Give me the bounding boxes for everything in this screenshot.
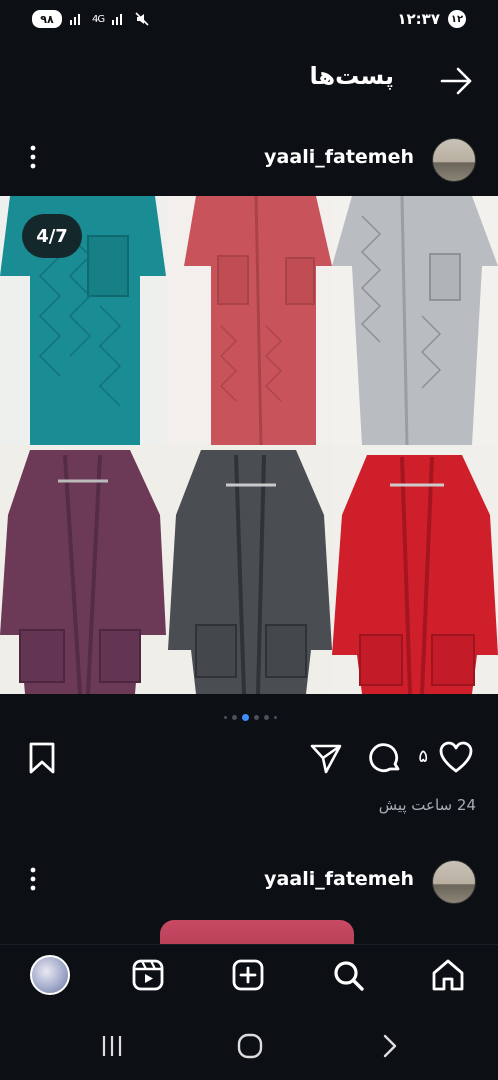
mute-icon <box>135 12 149 26</box>
plus-square-icon[interactable] <box>230 957 266 993</box>
bookmark-icon[interactable] <box>24 740 60 776</box>
arrow-right-icon[interactable] <box>438 64 476 98</box>
status-right: ۱۲:۳۷ ۱۲ <box>397 10 466 28</box>
heart-icon[interactable] <box>438 740 474 776</box>
more-vertical-icon[interactable] <box>24 142 42 172</box>
reels-icon[interactable] <box>130 957 166 993</box>
system-navigation <box>0 1006 498 1080</box>
post-image[interactable]: 4/7 <box>0 196 498 694</box>
page-header: پست‌ها <box>0 52 498 112</box>
page-title: پست‌ها <box>309 62 395 90</box>
post-timestamp: 24 ساعت پیش <box>378 796 476 814</box>
next-post-image <box>160 920 354 944</box>
robe-charcoal <box>166 445 332 694</box>
search-icon[interactable] <box>330 957 366 993</box>
avatar[interactable] <box>432 860 476 904</box>
signal-icon <box>70 14 80 25</box>
robe-coral <box>166 196 332 445</box>
carousel-dot <box>273 715 277 719</box>
home-button-icon[interactable] <box>236 1032 264 1060</box>
back-chevron-icon[interactable] <box>376 1032 404 1060</box>
network-type: 4G <box>92 13 105 25</box>
like-count[interactable]: ۵ <box>418 746 428 767</box>
send-icon[interactable] <box>308 740 344 776</box>
robe-red <box>332 445 498 694</box>
recent-apps-icon[interactable] <box>98 1032 126 1060</box>
post-actions: ۵ <box>0 736 498 782</box>
carousel-indicator <box>200 713 300 721</box>
robe-grey <box>332 196 498 445</box>
post-username[interactable]: yaali_fatemeh <box>264 868 414 890</box>
signal-icon-2 <box>112 14 123 25</box>
more-vertical-icon[interactable] <box>24 864 42 894</box>
carousel-dot <box>263 714 269 720</box>
bottom-navigation <box>0 944 498 1006</box>
next-post-image-peek[interactable] <box>0 920 498 944</box>
battery-indicator: ۹۸ <box>32 10 62 28</box>
profile-avatar[interactable] <box>30 955 70 995</box>
carousel-dot <box>253 714 259 720</box>
post-username[interactable]: yaali_fatemeh <box>264 146 414 168</box>
comment-icon[interactable] <box>368 740 404 776</box>
carousel-dot <box>223 715 227 719</box>
robe-plum <box>0 445 166 694</box>
notification-badge: ۱۲ <box>448 10 466 28</box>
post-header: yaali_fatemeh <box>0 134 498 184</box>
carousel-dot-active <box>241 713 249 721</box>
clock: ۱۲:۳۷ <box>397 10 440 28</box>
status-bar: ۹۸ 4G ۱۲:۳۷ ۱۲ <box>0 0 498 44</box>
image-counter: 4/7 <box>22 214 82 258</box>
next-post-header: yaali_fatemeh <box>0 856 498 906</box>
carousel-dot <box>231 714 237 720</box>
status-left: ۹۸ 4G <box>32 10 150 28</box>
home-icon[interactable] <box>430 957 466 993</box>
avatar[interactable] <box>432 138 476 182</box>
